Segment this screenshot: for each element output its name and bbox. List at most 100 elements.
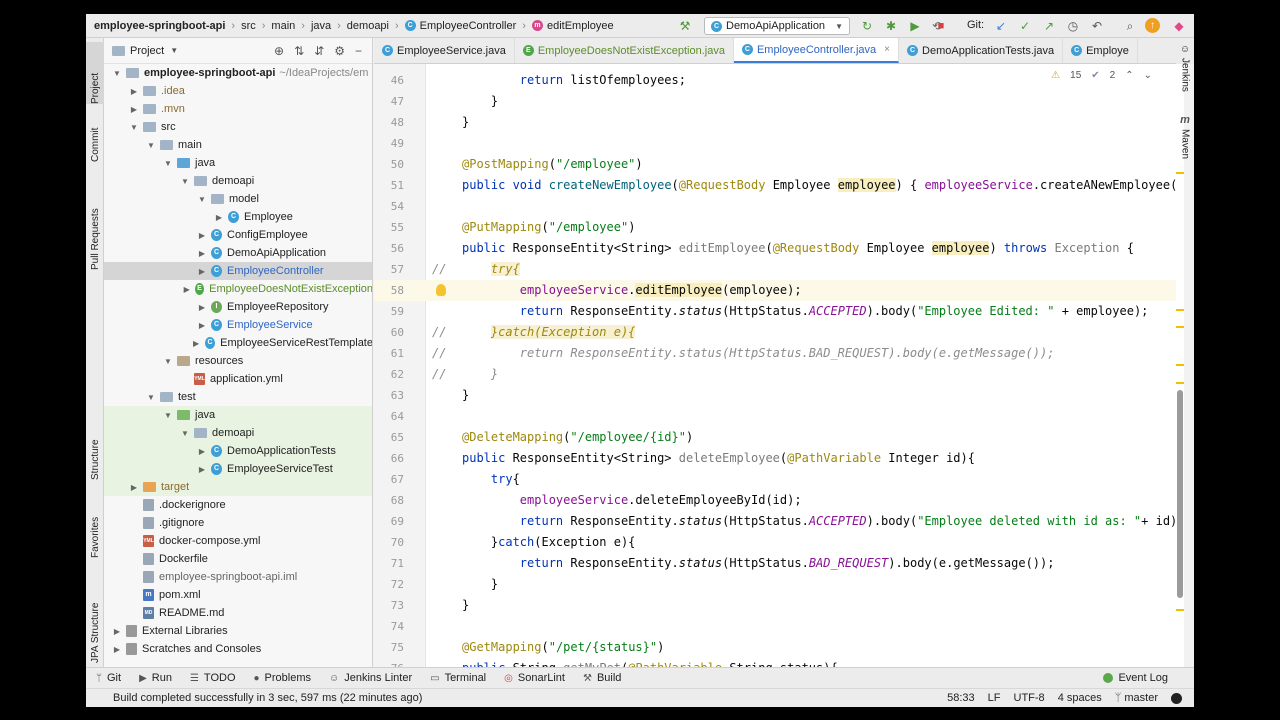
code-line[interactable]: 66 public ResponseEntity<String> deleteEm… (374, 448, 1176, 469)
hide-icon[interactable]: − (355, 44, 362, 58)
chevron-right-icon[interactable]: ▶ (197, 303, 207, 312)
chevron-right-icon[interactable]: ▶ (129, 483, 139, 492)
tree-item[interactable]: ▼ test (104, 388, 372, 406)
update-icon[interactable]: ↑ (1145, 18, 1160, 33)
debug-icon[interactable]: ✱ (882, 17, 900, 35)
code-line[interactable]: 57 // try{ (374, 259, 1176, 280)
code-line[interactable]: 72 } (374, 574, 1176, 595)
coverage-icon[interactable]: ▶ (906, 17, 924, 35)
code-line[interactable]: 50 @PostMapping("/employee") (374, 154, 1176, 175)
tree-item[interactable]: m pom.xml (104, 586, 372, 604)
code-line[interactable]: 70 }catch(Exception e){ (374, 532, 1176, 553)
chevron-right-icon[interactable]: ▶ (197, 447, 207, 456)
tree-item[interactable]: employee-springboot-api.iml (104, 568, 372, 586)
tree-item[interactable]: ▶ C Employee (104, 208, 372, 226)
tree-item[interactable]: ▶ .mvn (104, 100, 372, 118)
breadcrumb-demoapi[interactable]: demoapi (347, 20, 389, 32)
breadcrumb-java[interactable]: java (311, 20, 331, 32)
tree-item[interactable]: YML docker-compose.yml (104, 532, 372, 550)
code-line[interactable]: 65 @DeleteMapping("/employee/{id}") (374, 427, 1176, 448)
code-line[interactable]: 49 (374, 133, 1176, 154)
breadcrumb-project[interactable]: employee-springboot-api (94, 20, 225, 32)
tree-item[interactable]: ▼ main (104, 136, 372, 154)
lightbulb-icon[interactable] (436, 284, 446, 296)
chevron-down-icon[interactable]: ▼ (146, 393, 156, 402)
code-line[interactable]: 64 (374, 406, 1176, 427)
chevron-down-icon[interactable]: ▼ (146, 141, 156, 150)
tree-item[interactable]: YML application.yml (104, 370, 372, 388)
tool-window-jenkins-linter[interactable]: ☺ Jenkins Linter (329, 672, 412, 684)
chevron-right-icon[interactable]: ▶ (214, 213, 224, 222)
tab-favorites[interactable]: Favorites (86, 496, 104, 558)
code-line[interactable]: 58 employeeService.editEmployee(employee… (374, 280, 1176, 301)
plugin-icon[interactable]: ◆ (1170, 17, 1188, 35)
tool-window-problems[interactable]: ● Problems (254, 672, 312, 684)
rollback-icon[interactable]: ↶ (1088, 17, 1106, 35)
run-configuration-select[interactable]: C DemoApiApplication ▼ (704, 17, 850, 35)
tree-item[interactable]: ▼ java (104, 154, 372, 172)
tree-item[interactable]: ▼ employee-springboot-api ~/IdeaProjects/e… (104, 64, 372, 82)
code-line[interactable]: 75 @GetMapping("/pet/{status}") (374, 637, 1176, 658)
code-editor[interactable]: ⚠ 15 ✔ 2 ⌃ ⌄ 46 return listOfemployees; 4… (374, 64, 1176, 667)
code-line[interactable]: 74 (374, 616, 1176, 637)
editor-tab[interactable]: C EmployeeController.java × (733, 38, 900, 63)
close-icon[interactable]: × (884, 44, 890, 55)
chevron-down-icon[interactable]: ▼ (197, 195, 207, 204)
chevron-right-icon[interactable]: ▶ (191, 339, 200, 348)
tab-commit[interactable]: Commit (86, 112, 104, 162)
tool-window-run[interactable]: ▶ Run (139, 672, 172, 684)
chevron-down-icon[interactable]: ▼ (180, 429, 190, 438)
chevron-down-icon[interactable]: ▼ (163, 411, 173, 420)
tree-item[interactable]: ▶ C DemoApiApplication (104, 244, 372, 262)
code-line[interactable]: 76 public String getMyPet(@PathVariable S… (374, 658, 1176, 667)
tree-item[interactable]: ▼ demoapi (104, 172, 372, 190)
tree-item[interactable]: ▶ C DemoApplicationTests (104, 442, 372, 460)
code-line[interactable]: 59 return ResponseEntity.status(HttpStat… (374, 301, 1176, 322)
editor-tab[interactable]: C DemoApplicationTests.java (899, 38, 1064, 63)
gear-icon[interactable]: ⚙ (334, 44, 345, 58)
code-line[interactable]: 68 employeeService.deleteEmployeeById(id… (374, 490, 1176, 511)
tree-item[interactable]: ▶ C EmployeeServiceRestTemplate (104, 334, 372, 352)
tree-item[interactable]: ▶ External Libraries (104, 622, 372, 640)
tab-maven[interactable]: m Maven (1178, 114, 1192, 174)
tree-item[interactable]: ▶ C EmployeeService (104, 316, 372, 334)
tree-item[interactable]: ▼ src (104, 118, 372, 136)
chevron-right-icon[interactable]: ▶ (197, 267, 207, 276)
collapse-all-icon[interactable]: ⇵ (314, 44, 324, 58)
git-push-icon[interactable]: ↗ (1040, 17, 1058, 35)
code-line[interactable]: 60 // }catch(Exception e){ (374, 322, 1176, 343)
caret-position[interactable]: 58:33 (947, 692, 975, 704)
chevron-right-icon[interactable]: ▶ (129, 87, 139, 96)
chevron-down-icon[interactable]: ▼ (112, 69, 122, 78)
chevron-down-icon[interactable]: ▼ (129, 123, 139, 132)
breadcrumb-main[interactable]: main (271, 20, 295, 32)
tab-project[interactable]: Project (86, 42, 104, 104)
code-line[interactable]: 61 // return ResponseEntity.status(HttpSt… (374, 343, 1176, 364)
chevron-down-icon[interactable]: ▼ (180, 177, 190, 186)
search-icon[interactable]: ⌕ (1121, 17, 1139, 35)
tool-window-sonarlint[interactable]: ◎ SonarLint (504, 672, 565, 684)
status-message[interactable]: Build completed successfully in 3 sec, 5… (113, 692, 422, 704)
tree-item[interactable]: ▶ .idea (104, 82, 372, 100)
tool-window-git[interactable]: ᛘ Git (96, 672, 121, 684)
tree-item[interactable]: ▶ C EmployeeController (104, 262, 372, 280)
indent-setting[interactable]: 4 spaces (1058, 692, 1102, 704)
breadcrumb-src[interactable]: src (241, 20, 256, 32)
stop-icon[interactable]: ■ (932, 17, 950, 35)
tree-item[interactable]: ▶ Scratches and Consoles (104, 640, 372, 658)
chevron-right-icon[interactable]: ▶ (112, 645, 122, 654)
tree-item[interactable]: ▶ C EmployeeServiceTest (104, 460, 372, 478)
code-line[interactable]: 51 public void createNewEmployee(@Request… (374, 175, 1176, 196)
chevron-right-icon[interactable]: ▶ (197, 249, 207, 258)
tool-window-terminal[interactable]: ▭ Terminal (430, 672, 486, 684)
tree-item[interactable]: ▶ E EmployeeDoesNotExistException (104, 280, 372, 298)
chevron-right-icon[interactable]: ▶ (197, 465, 207, 474)
code-line[interactable]: 56 public ResponseEntity<String> editEmpl… (374, 238, 1176, 259)
git-commit-icon[interactable]: ✓ (1016, 17, 1034, 35)
tree-item[interactable]: ▼ resources (104, 352, 372, 370)
code-line[interactable]: 69 return ResponseEntity.status(HttpStat… (374, 511, 1176, 532)
build-hammer-icon[interactable]: ⚒ (676, 17, 694, 35)
memory-indicator-icon[interactable] (1171, 692, 1182, 704)
code-line[interactable]: 62 // } (374, 364, 1176, 385)
tree-item[interactable]: .dockerignore (104, 496, 372, 514)
